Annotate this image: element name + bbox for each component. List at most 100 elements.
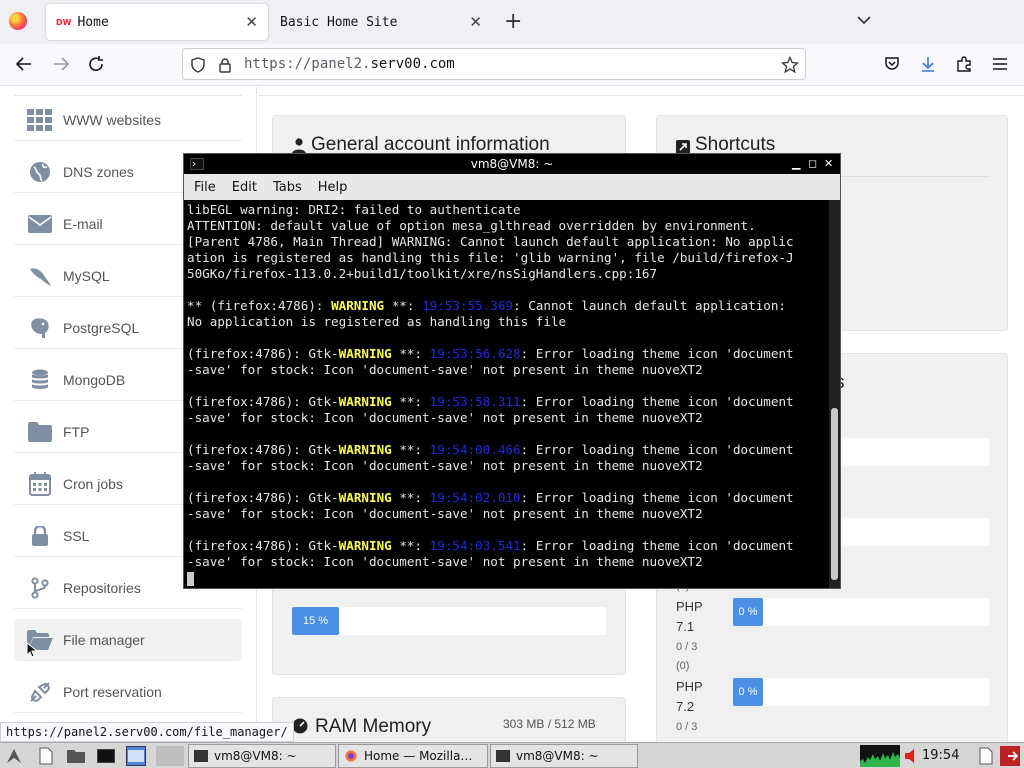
sidebar-item-file-manager[interactable]: File manager: [14, 619, 242, 661]
logout-icon[interactable]: [1000, 746, 1020, 766]
chevron-down-icon[interactable]: [856, 12, 872, 28]
ram-memory-panel: RAM Memory 303 MB / 512 MB: [272, 697, 626, 742]
terminal-window[interactable]: vm8@VM8: ~ ▁ ◻ ✕ File Edit Tabs Help lib…: [183, 153, 841, 589]
lock-icon[interactable]: [215, 55, 235, 75]
database-icon: [27, 367, 53, 393]
url-bar[interactable]: https://panel2.serv00.com: [182, 48, 806, 80]
warning-keyword: WARNING: [331, 298, 385, 313]
download-icon: [922, 57, 934, 72]
file-icon[interactable]: [36, 746, 56, 766]
terminal-text: ** (firefox:4786):: [187, 298, 332, 313]
reload-button[interactable]: [85, 53, 107, 75]
php-version: 7.2: [676, 699, 695, 714]
sidebar-item-port-reservation[interactable]: Port reservation: [14, 671, 242, 713]
menu-tabs[interactable]: Tabs: [273, 180, 302, 195]
volume-icon[interactable]: [902, 746, 922, 766]
terminal-line: (firefox:4786): Gtk-WARNING **: 19:53:58…: [187, 394, 829, 410]
star-icon[interactable]: [780, 55, 800, 75]
terminal-text: : Error loading theme icon 'document: [520, 346, 794, 361]
warning-keyword: WARNING: [338, 346, 392, 361]
new-tab-button[interactable]: +: [504, 9, 522, 34]
php-version: 7.1: [676, 619, 695, 634]
terminal-line: (firefox:4786): Gtk-WARNING **: 19:54:00…: [187, 442, 829, 458]
sidebar-item-label: FTP: [63, 423, 90, 440]
url-text[interactable]: https://panel2.serv00.com: [244, 56, 455, 72]
disk-usage-progress-bar: 15 %: [292, 607, 606, 635]
terminal-title: vm8@VM8: ~: [470, 157, 554, 171]
sidebar-item-www-websites[interactable]: WWW websites: [14, 99, 242, 141]
globe-icon: [27, 159, 53, 185]
scrollbar-thumb[interactable]: [831, 408, 838, 580]
terminal-line: ation is registered as handling this fil…: [187, 250, 829, 266]
workspace-switcher[interactable]: [156, 746, 184, 766]
cpu-monitor-graph: [860, 745, 900, 767]
sidebar-item-label: MongoDB: [63, 371, 126, 388]
shield-icon[interactable]: [188, 55, 208, 75]
close-icon[interactable]: ✕: [245, 13, 258, 31]
pocket-button[interactable]: [881, 53, 903, 75]
terminal-line: -save' for stock: Icon 'document-save' n…: [187, 362, 829, 378]
terminal-output[interactable]: libEGL warning: DRI2: failed to authenti…: [184, 200, 829, 588]
tab-home[interactable]: DW Home ✕: [46, 4, 268, 40]
maximize-icon[interactable]: ◻: [808, 157, 817, 170]
tab-favicon: DW: [56, 17, 72, 27]
close-icon[interactable]: ✕: [469, 13, 482, 31]
minimize-icon[interactable]: ▁: [792, 157, 800, 170]
sidebar-item-label: File manager: [63, 631, 145, 648]
sidebar-item-label: Port reservation: [63, 683, 162, 700]
calendar-icon: [27, 471, 53, 497]
taskbar-item-terminal[interactable]: vm8@VM8: ~: [490, 744, 638, 768]
terminal-icon[interactable]: [96, 746, 116, 766]
php-count: 0 / 3: [676, 721, 698, 733]
terminal-text: **:: [391, 394, 430, 409]
terminal-text: -save' for stock: Icon 'document-save' n…: [187, 554, 703, 569]
grid-icon: [27, 107, 53, 133]
warning-keyword: WARNING: [338, 394, 392, 409]
clock[interactable]: 19:54: [922, 748, 959, 763]
desktop-icon[interactable]: [126, 746, 146, 766]
tab-basic-home-site[interactable]: Basic Home Site ✕: [270, 4, 492, 40]
taskbar-item-firefox[interactable]: Home — Mozilla…: [338, 744, 488, 768]
back-button[interactable]: [13, 53, 35, 75]
terminal-titlebar[interactable]: vm8@VM8: ~ ▁ ◻ ✕: [184, 154, 840, 174]
terminal-text: (firefox:4786): Gtk-: [187, 442, 339, 457]
divider: [14, 95, 242, 96]
sidebar-item-label: PostgreSQL: [63, 319, 140, 336]
taskbar-item-terminal[interactable]: vm8@VM8: ~: [188, 744, 336, 768]
timestamp: 19:53:55.369: [422, 298, 514, 313]
pocket-icon: [885, 57, 899, 70]
terminal-line: ** (firefox:4786): WARNING **: 19:53:55.…: [187, 298, 829, 314]
start-menu-icon[interactable]: [4, 746, 24, 766]
lock-screen-icon[interactable]: [976, 746, 996, 766]
external-link-icon: [676, 140, 690, 154]
php-name: PHP: [676, 599, 703, 614]
sidebar-item-label: DNS zones: [63, 163, 134, 180]
folder-icon[interactable]: [66, 746, 86, 766]
terminal-text: -save' for stock: Icon 'document-save' n…: [187, 506, 703, 521]
firefox-logo-icon[interactable]: [9, 12, 27, 30]
terminal-line: libEGL warning: DRI2: failed to authenti…: [187, 202, 829, 218]
extensions-button[interactable]: [953, 53, 975, 75]
terminal-line: (firefox:4786): Gtk-WARNING **: 19:54:02…: [187, 490, 829, 506]
menu-help[interactable]: Help: [318, 180, 348, 195]
menu-button[interactable]: [989, 53, 1011, 75]
close-icon[interactable]: ✕: [824, 157, 833, 170]
terminal-text: **:: [391, 538, 430, 553]
terminal-scrollbar[interactable]: [829, 200, 840, 588]
terminal-menubar: File Edit Tabs Help: [184, 174, 840, 200]
arrow-left-icon: [15, 57, 31, 71]
user-icon: [292, 138, 306, 154]
terminal-text: [Parent 4786, Main Thread] WARNING: Cann…: [187, 234, 794, 249]
terminal-line: -save' for stock: Icon 'document-save' n…: [187, 506, 829, 522]
forward-button[interactable]: [50, 53, 72, 75]
menu-edit[interactable]: Edit: [232, 180, 257, 195]
php-pre-count: (0): [676, 660, 690, 672]
ram-value: 303 MB / 512 MB: [503, 717, 596, 731]
sidebar-item-label: Cron jobs: [63, 475, 123, 492]
sidebar-item-label: SSL: [63, 527, 90, 544]
taskbar-item-label: vm8@VM8: ~: [214, 749, 297, 763]
menu-file[interactable]: File: [194, 180, 216, 195]
downloads-button[interactable]: [917, 53, 939, 75]
